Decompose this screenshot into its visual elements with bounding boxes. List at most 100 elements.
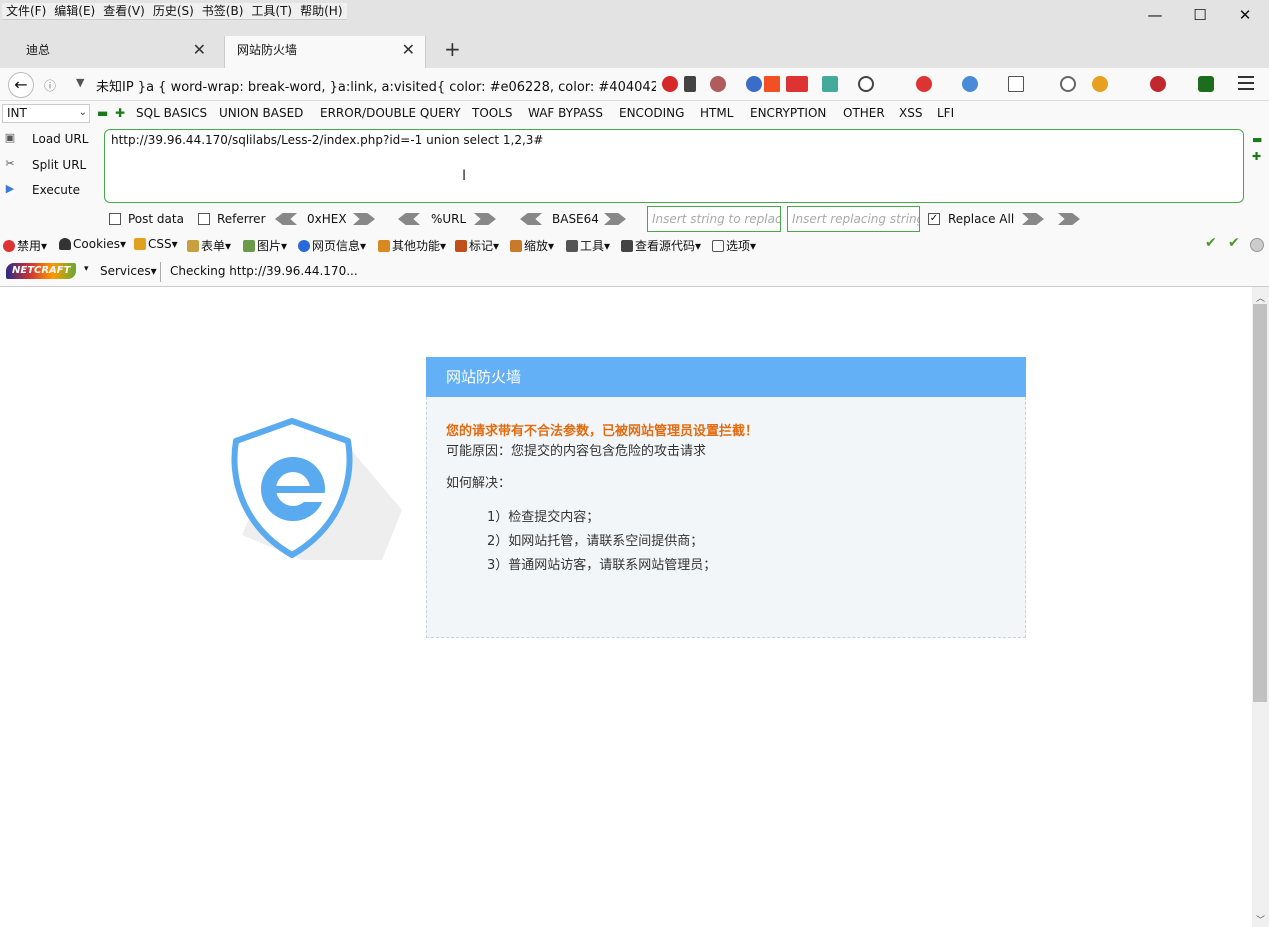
replacing-string-input[interactable]: Insert replacing string [787, 206, 920, 232]
scroll-down-icon[interactable]: ﹀ [1256, 913, 1265, 926]
globe-icon[interactable] [746, 76, 762, 92]
menu-edit[interactable]: 编辑(E) [50, 3, 99, 20]
text-cursor-icon: I [462, 168, 467, 184]
options-icon [712, 240, 724, 252]
minimize-button[interactable]: — [1140, 4, 1170, 26]
css-menu[interactable]: CSS▾ [134, 237, 178, 251]
menu-other[interactable]: OTHER [843, 106, 885, 120]
netcraft-dropdown-icon[interactable]: ▾ [84, 264, 89, 274]
post-data-checkbox[interactable] [109, 213, 121, 225]
select-value: INT [7, 106, 27, 120]
menu-error-double-query[interactable]: ERROR/DOUBLE QUERY [320, 106, 461, 120]
disable-menu[interactable]: 禁用▾ [3, 237, 47, 254]
services-menu[interactable]: Services▾ [100, 264, 157, 278]
menu-file[interactable]: 文件(F) [2, 3, 50, 20]
menu-help[interactable]: 帮助(H) [296, 3, 346, 20]
menu-tools[interactable]: TOOLS [472, 106, 513, 120]
step-3: 3）普通网站访客，请联系网站管理员； [487, 558, 717, 573]
images-menu[interactable]: 图片▾ [243, 237, 287, 254]
menu-waf-bypass[interactable]: WAF BYPASS [528, 106, 603, 120]
menu-encoding[interactable]: ENCODING [619, 106, 684, 120]
maximize-button[interactable]: ☐ [1185, 4, 1215, 26]
execute-button[interactable]: ▶ Execute [2, 182, 80, 198]
tab-2-active[interactable]: 网站防火墙 ✕ [224, 36, 426, 68]
menu-history[interactable]: 历史(S) [149, 3, 198, 20]
image-tool-icon[interactable] [822, 76, 838, 92]
resize-menu[interactable]: 缩放▾ [510, 237, 554, 254]
info-icon[interactable]: ⓘ [44, 77, 56, 94]
js-icon[interactable] [786, 76, 808, 92]
dropdown-icon[interactable]: ▼ [76, 76, 84, 89]
scrollbar-thumb[interactable] [1253, 304, 1267, 702]
menu-sql-basics[interactable]: SQL BASICS [136, 106, 207, 120]
info-circle-icon [298, 240, 310, 252]
back-button[interactable]: ← [8, 72, 34, 98]
grow-icon[interactable]: ✚ [1252, 150, 1261, 163]
status-circle-icon [1250, 238, 1264, 252]
misc-menu[interactable]: 其他功能▾ [378, 237, 446, 254]
menu-view[interactable]: 查看(V) [99, 3, 149, 20]
new-tab-button[interactable]: + [444, 36, 461, 62]
pencil-icon [134, 238, 146, 250]
forms-menu[interactable]: 表单▾ [187, 237, 231, 254]
disable-label: 禁用 [17, 239, 42, 253]
menu-encryption[interactable]: ENCRYPTION [750, 106, 826, 120]
hamburger-menu-icon[interactable] [1238, 76, 1254, 92]
referrer-checkbox[interactable] [198, 213, 210, 225]
base64-label: BASE64 [552, 212, 599, 226]
close-tab-icon[interactable]: ✕ [402, 42, 415, 58]
windows-icon[interactable] [764, 76, 780, 92]
split-url-button[interactable]: ✂ Split URL [2, 157, 86, 173]
tab-label: 网站防火墙 [237, 43, 298, 57]
menu-tools[interactable]: 工具(T) [247, 3, 296, 20]
replace-string-input[interactable]: Insert string to replace [647, 206, 781, 232]
search-icon[interactable] [1060, 76, 1076, 92]
card-title: 网站防火墙 [426, 357, 1026, 397]
options-menu[interactable]: 选项▾ [712, 237, 756, 254]
palette-icon[interactable] [858, 76, 874, 92]
shield-icon[interactable] [1198, 76, 1214, 92]
netcraft-logo[interactable]: NETCRAFT [6, 263, 76, 279]
tab-1[interactable]: 迪总 ✕ [14, 36, 216, 68]
check-icon: ✔ [1205, 235, 1217, 251]
replace-all-checkbox[interactable]: ✓ [928, 213, 940, 225]
adblock-icon[interactable] [1150, 76, 1166, 92]
step-1: 1）检查提交内容； [487, 510, 600, 525]
shoe-icon[interactable] [710, 76, 726, 92]
disable-icon [3, 240, 15, 252]
translate-icon[interactable] [962, 76, 978, 92]
menu-xss[interactable]: XSS [899, 106, 922, 120]
plus-icon[interactable]: ✚ [115, 106, 125, 120]
page-info-menu[interactable]: 网页信息▾ [298, 237, 366, 254]
download-icon[interactable] [684, 76, 696, 92]
tab-label: 迪总 [26, 43, 51, 57]
images-label: 图片 [257, 239, 282, 253]
scroll-up-icon[interactable]: ︿ [1256, 291, 1265, 304]
firewall-shield-logo [231, 418, 402, 560]
menu-html[interactable]: HTML [700, 106, 733, 120]
load-url-button[interactable]: ▣ Load URL [2, 131, 89, 147]
cookies-menu[interactable]: Cookies▾ [59, 237, 126, 251]
menu-lfi[interactable]: LFI [937, 106, 954, 120]
monkey-icon[interactable] [1092, 76, 1108, 92]
url-textarea[interactable]: http://39.96.44.170/sqlilabs/Less-2/inde… [104, 129, 1244, 203]
logo-e-gap [300, 493, 326, 502]
address-bar[interactable]: 未知IP }a { word-wrap: break-word, }a:link… [96, 76, 656, 95]
record-icon[interactable] [916, 76, 932, 92]
close-window-button[interactable]: ✕ [1230, 4, 1260, 26]
step-2: 2）如网站托管，请联系空间提供商； [487, 534, 704, 549]
minus-icon[interactable]: ▬ [97, 106, 108, 120]
menu-union-based[interactable]: UNION BASED [219, 106, 303, 120]
close-tab-icon[interactable]: ✕ [193, 42, 206, 58]
ruler-icon [510, 240, 522, 252]
outline-menu[interactable]: 标记▾ [455, 237, 499, 254]
shrink-icon[interactable]: ▬ [1252, 133, 1262, 146]
int-select[interactable]: INT ⌄ [2, 104, 90, 123]
tools-menu[interactable]: 工具▾ [566, 237, 610, 254]
wrench-icon [566, 240, 578, 252]
split-url-label: Split URL [32, 158, 87, 172]
view-source-menu[interactable]: 查看源代码▾ [621, 237, 701, 254]
chevron-down-icon: ⌄ [78, 107, 87, 118]
menu-bookmarks[interactable]: 书签(B) [198, 3, 248, 20]
page-icon[interactable] [1008, 76, 1024, 92]
